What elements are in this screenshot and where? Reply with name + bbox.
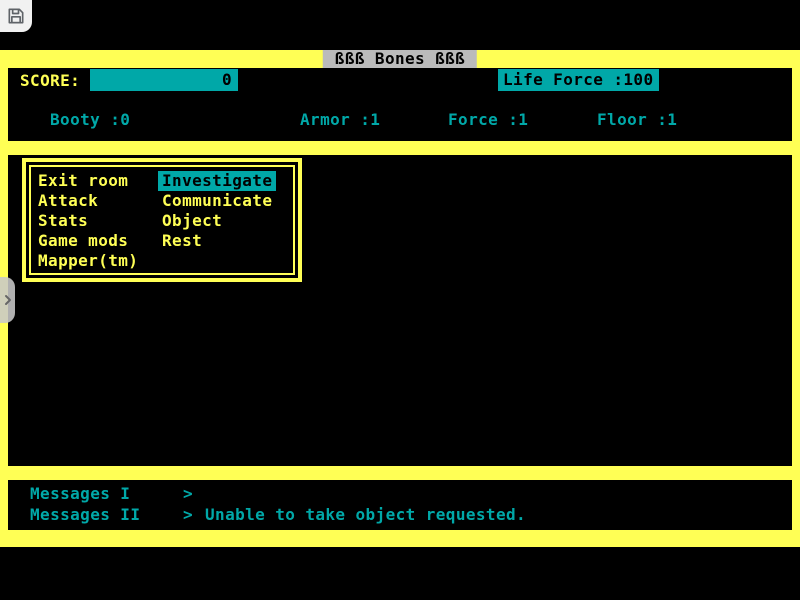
stats-panel: SCORE: 0 Life Force :100 Booty :0 Armor …	[8, 68, 792, 141]
stat-armor: Armor :1	[300, 110, 380, 129]
menu-item-attack[interactable]: Attack	[38, 191, 138, 211]
page-title: ßßß Bones ßßß	[323, 50, 477, 68]
score-value: 0	[222, 70, 232, 89]
save-button[interactable]	[0, 0, 32, 32]
menu-item-rest[interactable]: Rest	[162, 231, 276, 251]
messages-2-prompt: >	[183, 505, 193, 524]
score-label: SCORE:	[20, 71, 80, 90]
menu-item-game-mods[interactable]: Game mods	[38, 231, 138, 251]
life-force-badge: Life Force :100	[498, 69, 659, 91]
stat-booty: Booty :0	[50, 110, 130, 129]
messages-2-text: Unable to take object requested.	[205, 505, 526, 524]
messages-1-label: Messages I	[30, 484, 130, 503]
action-menu: Exit room Attack Stats Game mods Mapper(…	[22, 158, 302, 282]
score-bar: 0	[90, 69, 238, 91]
stat-force: Force :1	[448, 110, 528, 129]
game-screen: ßßß Bones ßßß SCORE: 0 Life Force :100 B…	[0, 50, 800, 547]
menu-item-investigate[interactable]: Investigate	[158, 171, 276, 191]
messages-1-prompt: >	[183, 484, 193, 503]
messages-panel: Messages I > Messages II > Unable to tak…	[8, 480, 792, 530]
messages-2-label: Messages II	[30, 505, 140, 524]
menu-item-mapper[interactable]: Mapper(tm)	[38, 251, 138, 271]
page: { "colors": { "yellow": "#FFFF55", "teal…	[0, 0, 800, 600]
sidebar-expand-handle[interactable]	[0, 277, 15, 323]
save-icon	[6, 6, 26, 26]
menu-item-exit-room[interactable]: Exit room	[38, 171, 138, 191]
menu-column-left: Exit room Attack Stats Game mods Mapper(…	[38, 171, 138, 271]
menu-item-object[interactable]: Object	[162, 211, 276, 231]
main-panel: Exit room Attack Stats Game mods Mapper(…	[8, 155, 792, 466]
menu-item-communicate[interactable]: Communicate	[162, 191, 276, 211]
stat-floor: Floor :1	[597, 110, 677, 129]
menu-column-right: Investigate Communicate Object Rest	[162, 171, 276, 251]
chevron-right-icon	[2, 293, 14, 307]
menu-item-stats[interactable]: Stats	[38, 211, 138, 231]
